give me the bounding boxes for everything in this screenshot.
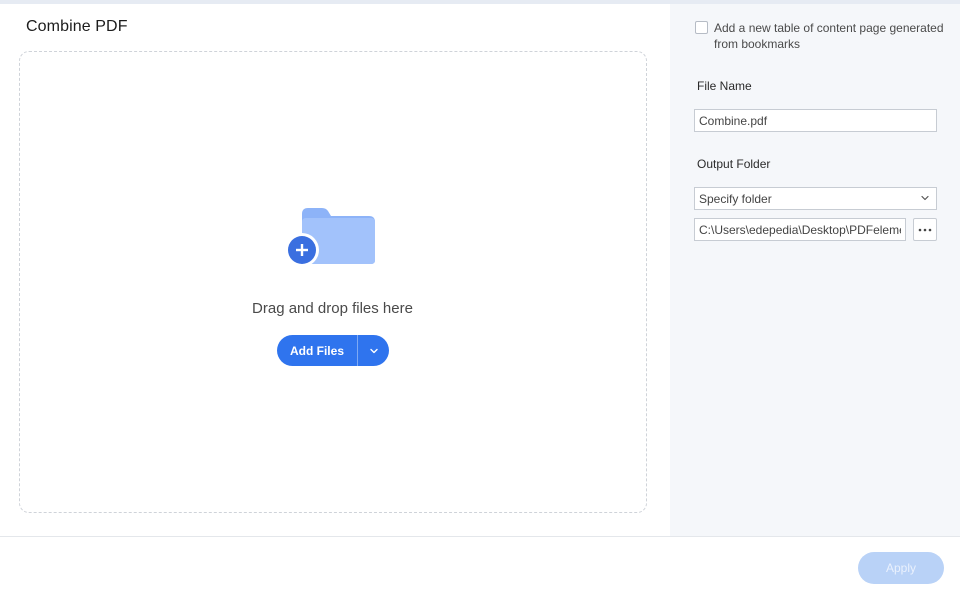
file-name-field[interactable] — [694, 109, 937, 132]
file-name-label: File Name — [697, 79, 752, 93]
combine-pdf-window: Combine PDF Drag and drop files here Add… — [0, 0, 960, 594]
apply-button[interactable]: Apply — [858, 552, 944, 584]
left-panel: Combine PDF Drag and drop files here Add… — [0, 4, 670, 536]
add-files-dropdown-button[interactable] — [358, 335, 389, 366]
file-name-input[interactable] — [699, 113, 932, 128]
output-folder-label: Output Folder — [697, 157, 771, 171]
browse-folder-button[interactable] — [913, 218, 937, 241]
output-folder-select[interactable]: Specify folder — [694, 187, 937, 210]
toc-option: Add a new table of content page generate… — [695, 20, 945, 52]
drop-instructions: Drag and drop files here — [252, 300, 413, 317]
add-files-split-button: Add Files — [277, 335, 389, 366]
output-folder-selected: Specify folder — [699, 191, 772, 206]
more-dots-icon — [918, 228, 932, 231]
footer-bar: Apply — [0, 536, 960, 594]
page-title: Combine PDF — [26, 18, 128, 35]
toc-option-label: Add a new table of content page generate… — [714, 21, 944, 51]
output-path-field[interactable] — [694, 218, 906, 241]
output-path-input[interactable] — [699, 222, 901, 237]
toc-checkbox[interactable] — [695, 21, 708, 34]
settings-panel: Add a new table of content page generate… — [670, 4, 960, 536]
add-folder-icon — [286, 208, 375, 267]
chevron-down-icon — [921, 195, 929, 201]
file-drop-zone[interactable]: Drag and drop files here Add Files — [19, 51, 647, 513]
chevron-down-icon — [369, 348, 378, 353]
add-files-button[interactable]: Add Files — [277, 335, 357, 366]
